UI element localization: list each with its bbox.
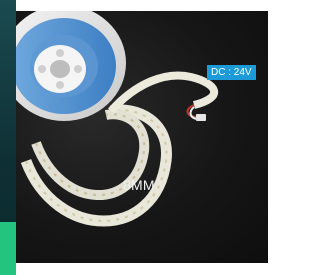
led-strip-illustration: [16, 11, 218, 227]
connector-plug: [196, 114, 206, 121]
green-accent-bar: [0, 222, 16, 275]
left-edge-strip: [0, 0, 16, 275]
strip-width-label: 8MM: [123, 177, 155, 193]
led-strip-photo: DC : 24V 8MM: [16, 11, 268, 263]
product-image-frame: DC : 24V 8MM: [0, 0, 275, 275]
voltage-badge: DC : 24V: [207, 65, 256, 80]
